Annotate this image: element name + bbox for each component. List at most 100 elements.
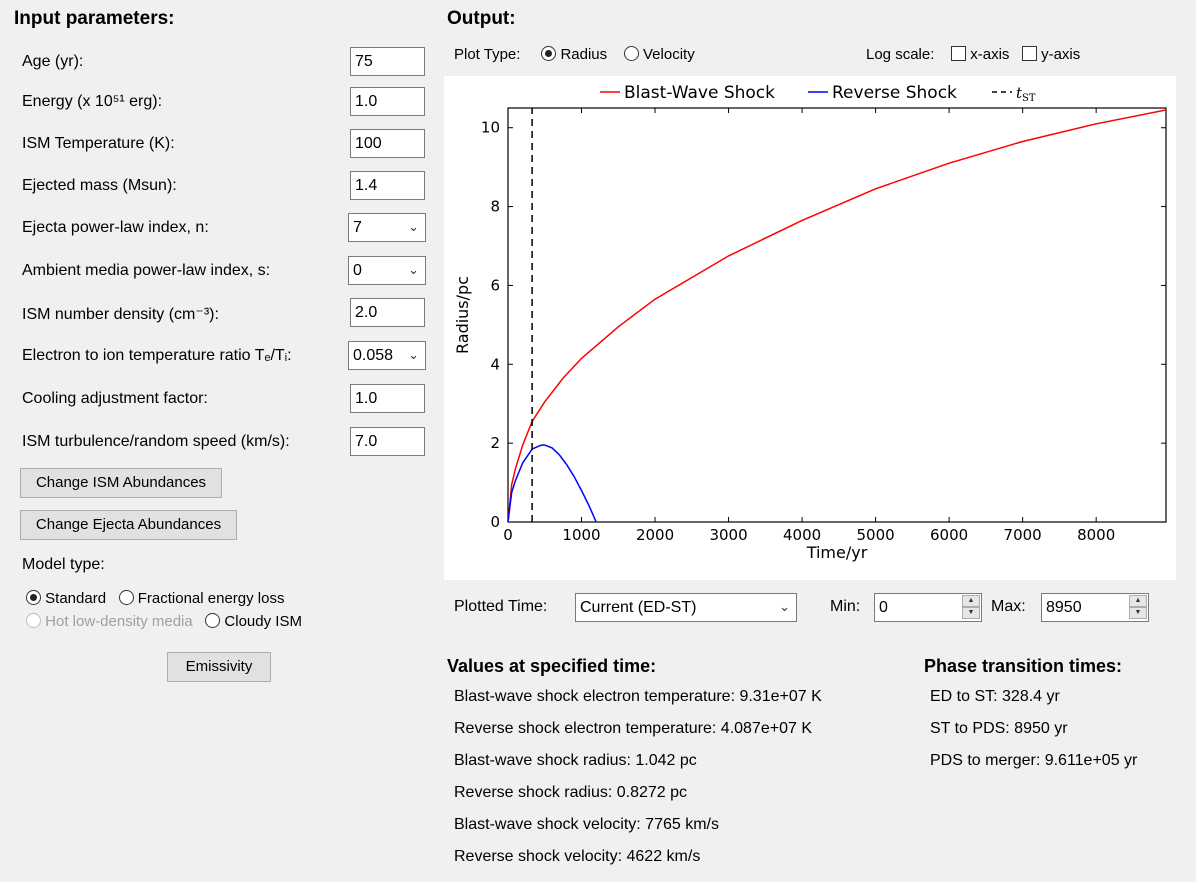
plot-canvas[interactable]: 0 1000 2000 3000 4000 5000 6000 7000 8000 0 2 4 6 8 10… [444, 76, 1176, 580]
plot-type-label: Plot Type: [454, 46, 521, 63]
max-label: Max: [991, 598, 1026, 615]
field-select-value: 0.058 [353, 347, 394, 364]
change-ism-abundances-button[interactable]: Change ISM Abundances [20, 468, 222, 498]
radius-time-chart: 0 1000 2000 3000 4000 5000 6000 7000 8000 0 2 4 6 8 10… [453, 83, 1167, 562]
log-scale-row: Log scale: x-axis y-axis [866, 46, 1080, 63]
phase-line: PDS to merger: 9.611e+05 yr [930, 752, 1138, 769]
value-line: Blast-wave shock electron temperature: 9… [454, 688, 822, 705]
spin-down-icon[interactable]: ▼ [962, 607, 980, 619]
plot-frame [507, 107, 1167, 523]
max-value: 8950 [1046, 599, 1082, 616]
field-label-5: Ambient media power-law index, s: [22, 262, 271, 279]
field-input-8[interactable]: 1.0 [350, 384, 425, 413]
radio-hot-low-density-media: Hot low-density media [26, 613, 193, 630]
y-tick-label: 6 [490, 276, 500, 294]
x-tick-label: 1000 [562, 526, 600, 544]
y-tick-label: 2 [490, 434, 500, 452]
plotted-time-label: Plotted Time: [454, 598, 548, 615]
value-line: Reverse shock electron temperature: 4.08… [454, 720, 812, 737]
min-spin-buttons[interactable]: ▲ ▼ [962, 595, 980, 620]
max-spin-buttons[interactable]: ▲ ▼ [1129, 595, 1147, 620]
radio-checked-icon [26, 590, 41, 605]
x-tick-label: 6000 [930, 526, 968, 544]
input-parameters-heading: Input parameters: [14, 8, 175, 29]
checkbox-icon [1021, 46, 1037, 61]
field-label-9: ISM turbulence/random speed (km/s): [22, 433, 290, 450]
radio-radius[interactable]: Radius [541, 46, 607, 63]
min-value: 0 [879, 599, 888, 616]
series-line-0 [508, 109, 1166, 522]
legend-label-tst: tST [1016, 84, 1036, 104]
series-line-1 [508, 444, 597, 522]
model-type-label: Model type: [22, 556, 105, 573]
value-line: Reverse shock velocity: 4622 km/s [454, 848, 701, 865]
checkbox-y-axis[interactable]: y-axis [1021, 46, 1080, 63]
y-tick-label: 10 [481, 119, 500, 137]
values-heading: Values at specified time: [447, 656, 657, 676]
field-select-4[interactable]: 7 ⌄ [348, 213, 426, 242]
x-tick-label: 4000 [783, 526, 821, 544]
phase-heading: Phase transition times: [924, 656, 1123, 676]
field-label-4: Ejecta power-law index, n: [22, 219, 209, 236]
plotted-time-value: Current (ED-ST) [580, 599, 697, 616]
field-label-7: Electron to ion temperature ratio Tₑ/Tᵢ: [22, 347, 292, 364]
chevron-down-icon: ⌄ [779, 599, 790, 614]
radio-standard[interactable]: Standard [26, 590, 106, 607]
field-select-7[interactable]: 0.058 ⌄ [348, 341, 426, 370]
field-select-5[interactable]: 0 ⌄ [348, 256, 426, 285]
phase-line: ED to ST: 328.4 yr [930, 688, 1060, 705]
radio-cloudy-ism[interactable]: Cloudy ISM [205, 613, 302, 630]
x-tick-label: 5000 [857, 526, 895, 544]
field-input-9[interactable]: 7.0 [350, 427, 425, 456]
spin-up-icon[interactable]: ▲ [1129, 595, 1147, 607]
x-tick-label: 0 [503, 526, 513, 544]
chevron-down-icon: ⌄ [408, 262, 419, 277]
radio-unchecked-icon [623, 46, 639, 61]
radio-velocity[interactable]: Velocity [623, 46, 695, 63]
field-input-1[interactable]: 1.0 [350, 87, 425, 116]
value-line: Blast-wave shock velocity: 7765 km/s [454, 816, 719, 833]
model-type-row-2: Hot low-density media Cloudy ISM [26, 613, 302, 630]
plotted-time-select[interactable]: Current (ED-ST) ⌄ [575, 593, 797, 622]
x-tick-label: 7000 [1004, 526, 1042, 544]
x-tick-label: 8000 [1077, 526, 1115, 544]
checkbox-x-axis[interactable]: x-axis [951, 46, 1009, 63]
max-spinbox[interactable]: 8950 ▲ ▼ [1041, 593, 1149, 622]
legend-label-blast-wave: Blast-Wave Shock [624, 83, 775, 103]
change-ejecta-abundances-button[interactable]: Change Ejecta Abundances [20, 510, 237, 540]
field-label-8: Cooling adjustment factor: [22, 390, 208, 407]
field-label-6: ISM number density (cm⁻³): [22, 306, 219, 323]
spin-up-icon[interactable]: ▲ [962, 595, 980, 607]
value-line: Blast-wave shock radius: 1.042 pc [454, 752, 697, 769]
min-label: Min: [830, 598, 861, 615]
checkbox-icon [951, 46, 967, 61]
spin-down-icon[interactable]: ▼ [1129, 607, 1147, 619]
field-select-value: 0 [353, 262, 362, 279]
phase-line: ST to PDS: 8950 yr [930, 720, 1068, 737]
y-axis-label: Radius/pc [453, 276, 472, 354]
legend-label-reverse: Reverse Shock [832, 83, 957, 103]
log-scale-label: Log scale: [866, 46, 935, 63]
field-input-6[interactable]: 2.0 [350, 298, 425, 327]
chevron-down-icon: ⌄ [408, 219, 419, 234]
y-tick-label: 0 [490, 513, 500, 531]
x-axis-label: Time/yr [806, 543, 868, 562]
field-label-0: Age (yr): [22, 53, 84, 70]
field-label-1: Energy (x 10⁵¹ erg): [22, 93, 163, 110]
chevron-down-icon: ⌄ [408, 347, 419, 362]
radio-fractional-energy-loss[interactable]: Fractional energy loss [118, 590, 284, 607]
output-heading: Output: [447, 8, 516, 29]
field-label-3: Ejected mass (Msun): [22, 177, 177, 194]
field-input-0[interactable]: 75 [350, 47, 425, 76]
x-tick-label: 2000 [636, 526, 674, 544]
radio-disabled-icon [26, 613, 41, 628]
field-label-2: ISM Temperature (K): [22, 135, 175, 152]
min-spinbox[interactable]: 0 ▲ ▼ [874, 593, 982, 622]
value-line: Reverse shock radius: 0.8272 pc [454, 784, 688, 801]
radio-unchecked-icon [205, 613, 221, 628]
field-input-3[interactable]: 1.4 [350, 171, 425, 200]
emissivity-button[interactable]: Emissivity [167, 652, 271, 682]
field-input-2[interactable]: 100 [350, 129, 425, 158]
radio-checked-icon [541, 46, 557, 61]
radio-unchecked-icon [118, 590, 134, 605]
